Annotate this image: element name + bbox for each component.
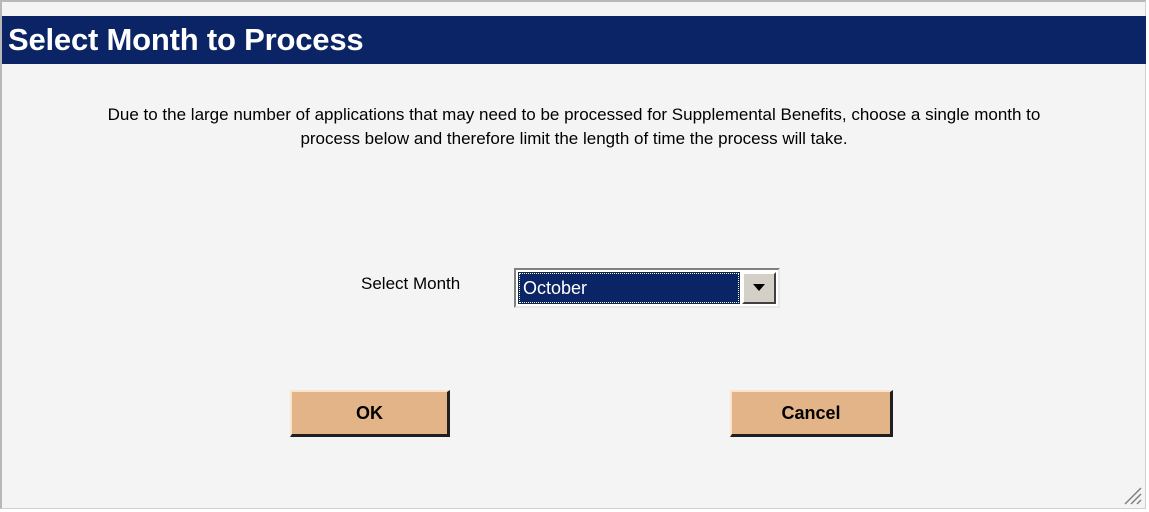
- title-bar: Select Month to Process: [2, 16, 1146, 64]
- month-selector-row: Select Month October: [2, 268, 1149, 308]
- instruction-message: Due to the large number of applications …: [107, 105, 1041, 148]
- dialog-title: Select Month to Process: [8, 22, 364, 57]
- select-month-label: Select Month: [361, 274, 461, 293]
- dropdown-arrow-button[interactable]: [742, 272, 776, 304]
- select-month-dialog: Select Month to Process Due to the large…: [0, 0, 1146, 509]
- month-select[interactable]: October: [514, 268, 780, 308]
- month-select-value[interactable]: October: [518, 272, 740, 304]
- cancel-button[interactable]: Cancel: [730, 390, 893, 437]
- chevron-down-icon: [753, 284, 765, 291]
- ok-button[interactable]: OK: [290, 390, 450, 437]
- resize-grip-icon[interactable]: [1120, 483, 1142, 505]
